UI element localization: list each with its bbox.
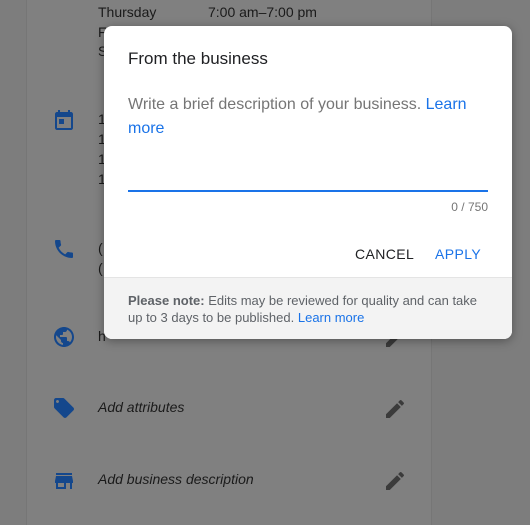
hours-day: Thursday [98,4,157,20]
add-attributes-label[interactable]: Add attributes [98,399,184,415]
store-icon [52,469,76,493]
description-placeholder: Write a brief description of your busine… [128,96,426,113]
description-input[interactable]: Write a brief description of your busine… [128,93,488,141]
character-counter: 0 / 750 [451,200,488,214]
globe-icon [52,325,76,349]
hours-time: 7:00 am–7:00 pm [208,4,317,20]
tag-icon [52,396,76,420]
note-label: Please note: [128,293,205,308]
edit-description-icon[interactable] [383,469,407,493]
input-underline [128,190,488,192]
note-learn-more-link[interactable]: Learn more [298,310,364,325]
add-business-description-label[interactable]: Add business description [98,471,254,487]
apply-button[interactable]: APPLY [429,242,487,266]
dialog-title: From the business [128,49,268,68]
business-description-dialog: From the business Write a brief descript… [104,26,512,339]
edit-attributes-icon[interactable] [383,397,407,421]
note-text: Please note: Edits may be reviewed for q… [128,292,488,326]
phone-line: ( [98,260,103,276]
dialog-footer-note: Please note: Edits may be reviewed for q… [104,277,512,339]
phone-icon [52,237,76,261]
phone-line: ( [98,240,103,256]
calendar-icon [52,109,76,133]
cancel-button[interactable]: CANCEL [349,242,420,266]
